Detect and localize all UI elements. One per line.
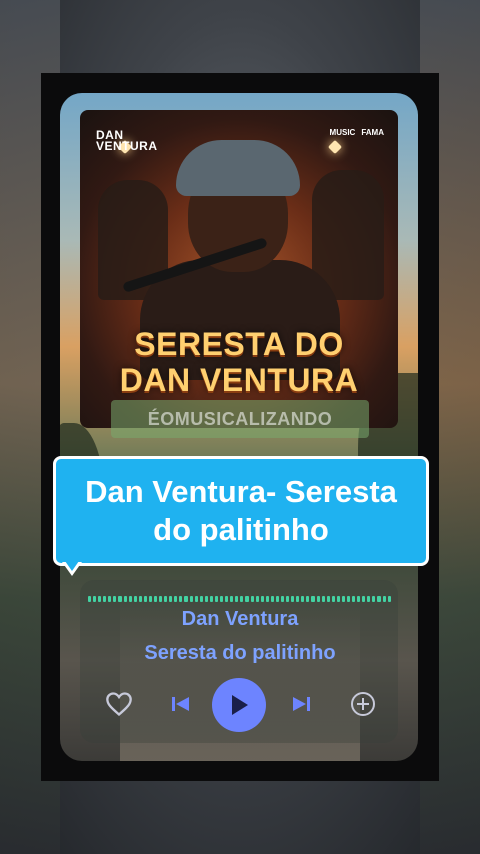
previous-icon bbox=[172, 697, 189, 711]
add-icon bbox=[351, 692, 375, 716]
progress-segment bbox=[133, 596, 137, 602]
previous-button[interactable] bbox=[168, 686, 194, 722]
progress-segment bbox=[362, 596, 366, 602]
progress-bar[interactable] bbox=[88, 596, 391, 602]
singer-cap bbox=[176, 140, 300, 196]
progress-segment bbox=[240, 596, 244, 602]
caption-tail-inner bbox=[65, 561, 79, 571]
cover-logo-right: MUSIC FAMA bbox=[330, 128, 384, 137]
progress-segment bbox=[108, 596, 112, 602]
like-button[interactable] bbox=[102, 686, 136, 722]
progress-segment bbox=[113, 596, 117, 602]
album-cover: DAN VENTURA MUSIC FAMA SERESTA DO DAN VE… bbox=[80, 110, 398, 428]
progress-segment bbox=[321, 596, 325, 602]
heart-icon bbox=[106, 692, 132, 717]
progress-segment bbox=[128, 596, 132, 602]
progress-segment bbox=[352, 596, 356, 602]
progress-segment bbox=[204, 596, 208, 602]
progress-segment bbox=[118, 596, 122, 602]
progress-segment bbox=[230, 596, 234, 602]
progress-segment bbox=[148, 596, 153, 602]
progress-segment bbox=[164, 596, 168, 602]
progress-segment bbox=[255, 596, 259, 602]
logo-text-line2: VENTURA bbox=[96, 139, 158, 153]
progress-segment bbox=[159, 596, 163, 602]
progress-segment bbox=[209, 596, 213, 602]
progress-segment bbox=[260, 596, 264, 602]
progress-segment bbox=[174, 596, 178, 602]
progress-segment bbox=[245, 596, 249, 602]
progress-segment bbox=[189, 596, 193, 602]
progress-segment bbox=[316, 596, 320, 602]
play-button[interactable] bbox=[212, 678, 266, 732]
logo-fama: FAMA bbox=[361, 128, 384, 137]
progress-segment bbox=[214, 596, 219, 602]
progress-segment bbox=[336, 596, 340, 602]
cover-title-line2: DAN VENTURA bbox=[119, 362, 359, 398]
progress-segment bbox=[311, 596, 315, 602]
next-button[interactable] bbox=[288, 686, 314, 722]
play-icon bbox=[232, 695, 248, 715]
progress-segment bbox=[280, 596, 285, 602]
progress-segment bbox=[199, 596, 203, 602]
watermark: ÉOMUSICALIZANDO bbox=[111, 400, 369, 438]
stage-light bbox=[327, 139, 343, 155]
progress-segment bbox=[179, 596, 183, 602]
progress-segment bbox=[98, 596, 102, 602]
progress-segment bbox=[301, 596, 305, 602]
progress-segment bbox=[382, 596, 386, 602]
progress-segment bbox=[123, 596, 127, 602]
progress-segment bbox=[88, 596, 92, 602]
progress-segment bbox=[296, 596, 300, 602]
progress-segment bbox=[225, 596, 229, 602]
progress-segment bbox=[387, 596, 391, 602]
progress-segment bbox=[138, 596, 142, 602]
progress-segment bbox=[377, 596, 381, 602]
progress-segment bbox=[326, 596, 330, 602]
progress-segment bbox=[154, 596, 158, 602]
caption-bubble: Dan Ventura- Seresta do palitinho bbox=[53, 456, 429, 566]
progress-segment bbox=[250, 596, 254, 602]
progress-segment bbox=[184, 596, 188, 602]
progress-segment bbox=[275, 596, 279, 602]
progress-segment bbox=[220, 596, 224, 602]
next-icon bbox=[293, 697, 310, 711]
caption-line1: Dan Ventura- Seresta bbox=[85, 474, 397, 509]
caption-line2: do palitinho bbox=[153, 512, 329, 547]
progress-segment bbox=[103, 596, 107, 602]
song-title: Seresta do palitinho bbox=[144, 642, 336, 664]
progress-segment bbox=[270, 596, 274, 602]
progress-segment bbox=[169, 596, 173, 602]
artist-name: Dan Ventura bbox=[181, 608, 299, 630]
progress-segment bbox=[93, 596, 97, 602]
progress-segment bbox=[331, 596, 335, 602]
logo-music: MUSIC bbox=[329, 128, 356, 137]
cover-logo-left: DAN VENTURA bbox=[96, 129, 158, 153]
progress-segment bbox=[291, 596, 295, 602]
cover-title-line1: SERESTA DO bbox=[134, 326, 344, 362]
progress-segment bbox=[194, 596, 198, 602]
progress-segment bbox=[346, 596, 351, 602]
add-button[interactable] bbox=[348, 686, 378, 722]
progress-segment bbox=[143, 596, 147, 602]
progress-segment bbox=[367, 596, 371, 602]
progress-segment bbox=[265, 596, 269, 602]
progress-segment bbox=[357, 596, 361, 602]
progress-segment bbox=[306, 596, 310, 602]
caption-text: Dan Ventura- Seresta do palitinho bbox=[85, 473, 397, 549]
progress-segment bbox=[341, 596, 345, 602]
progress-segment bbox=[235, 596, 239, 602]
progress-segment bbox=[286, 596, 290, 602]
progress-segment bbox=[372, 596, 376, 602]
